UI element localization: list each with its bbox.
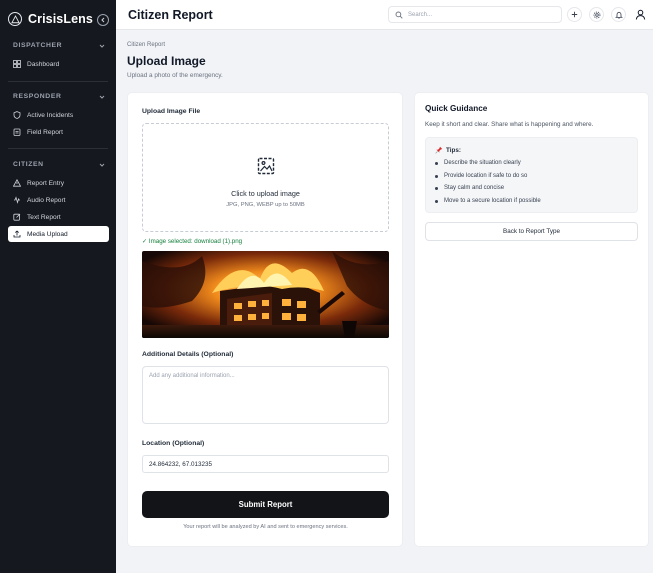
- header-title: Citizen Report: [128, 8, 213, 22]
- chevron-down-icon: [99, 163, 105, 167]
- upload-label: Upload Image File: [142, 108, 201, 115]
- page-title: Upload Image: [127, 54, 206, 68]
- guidance-subtitle: Keep it short and clear. Share what is h…: [425, 121, 594, 128]
- image-upload-icon: [257, 157, 275, 175]
- location-value: 24.864232, 67.013235: [149, 460, 213, 468]
- top-header: Citizen Report Search...: [116, 0, 653, 30]
- pin-icon: [435, 146, 443, 154]
- sidebar-item-label: Media Upload: [27, 230, 68, 238]
- chevron-down-icon: [99, 44, 105, 48]
- app-name: CrisisLens: [28, 12, 93, 26]
- divider: [8, 148, 108, 149]
- sidebar: CrisisLens DISPATCHER Dashboard RESPONDE…: [0, 0, 116, 573]
- list-item: Move to a secure location if possible: [435, 198, 541, 204]
- clipboard-icon: [13, 128, 21, 136]
- alert-triangle-icon: [13, 179, 21, 187]
- section-dispatcher[interactable]: DISPATCHER: [13, 42, 105, 49]
- add-button[interactable]: [567, 7, 582, 22]
- bell-icon: [614, 11, 623, 18]
- user-icon: [635, 9, 646, 20]
- details-placeholder: Add any additional information...: [149, 373, 235, 379]
- section-responder[interactable]: RESPONDER: [13, 93, 105, 100]
- dropzone-hint: JPG, PNG, WEBP up to 50MB: [226, 202, 305, 208]
- sidebar-item-label: Field Report: [27, 128, 63, 136]
- bullet-icon: [435, 199, 438, 203]
- sidebar-item-label: Text Report: [27, 213, 61, 221]
- collapse-sidebar-button[interactable]: [97, 14, 109, 26]
- section-citizen[interactable]: CITIZEN: [13, 161, 105, 168]
- tips-heading: Tips:: [435, 146, 461, 154]
- tip-text: Stay calm and concise: [444, 185, 505, 191]
- plus-icon: [571, 11, 578, 18]
- divider: [8, 81, 108, 82]
- tip-text: Move to a secure location if possible: [444, 198, 541, 204]
- image-preview: [142, 251, 389, 338]
- sidebar-item-active-incidents[interactable]: Active Incidents: [8, 107, 109, 123]
- bullet-icon: [435, 174, 438, 178]
- shield-icon: [13, 111, 21, 119]
- additional-details-textarea[interactable]: Add any additional information...: [142, 366, 389, 424]
- guidance-title: Quick Guidance: [425, 104, 488, 113]
- user-menu-button[interactable]: [633, 7, 648, 22]
- search-placeholder: Search...: [408, 11, 433, 18]
- sidebar-item-label: Audio Report: [27, 196, 66, 204]
- page-subtitle: Upload a photo of the emergency.: [127, 72, 223, 79]
- chevron-down-icon: [99, 95, 105, 99]
- settings-button[interactable]: [589, 7, 604, 22]
- sidebar-item-media-upload[interactable]: Media Upload: [8, 226, 109, 242]
- sidebar-item-label: Dashboard: [27, 60, 60, 68]
- selected-file-status: ✓ Image selected: download (1).png: [142, 238, 243, 245]
- list-item: Describe the situation clearly: [435, 160, 521, 166]
- bullet-icon: [435, 186, 438, 190]
- sidebar-item-label: Report Entry: [27, 179, 65, 187]
- back-to-report-type-button[interactable]: Back to Report Type: [425, 222, 638, 241]
- sidebar-item-text-report[interactable]: Text Report: [8, 209, 109, 225]
- list-item: Stay calm and concise: [435, 185, 504, 191]
- location-label: Location (Optional): [142, 440, 205, 447]
- list-item: Provide location if safe to do so: [435, 173, 527, 179]
- submit-footnote: Your report will be analyzed by AI and s…: [183, 524, 348, 530]
- sidebar-item-dashboard[interactable]: Dashboard: [8, 56, 109, 72]
- details-label: Additional Details (Optional): [142, 351, 234, 358]
- audio-wave-icon: [14, 196, 20, 204]
- sidebar-item-audio-report[interactable]: Audio Report: [8, 192, 109, 208]
- chevron-left-icon: [101, 17, 105, 23]
- submit-report-button[interactable]: Submit Report: [142, 491, 389, 518]
- sidebar-item-report-entry[interactable]: Report Entry: [8, 175, 109, 191]
- notifications-button[interactable]: [611, 7, 626, 22]
- bullet-icon: [435, 161, 438, 165]
- tips-box: Tips: Describe the situation clearly Pro…: [425, 137, 638, 213]
- search-icon: [395, 11, 403, 19]
- burning-building-image: [142, 251, 389, 338]
- dropzone-title: Click to upload image: [231, 189, 300, 198]
- tips-heading-label: Tips:: [446, 146, 461, 154]
- location-input[interactable]: 24.864232, 67.013235: [142, 455, 389, 473]
- section-title: CITIZEN: [13, 161, 44, 168]
- tip-text: Describe the situation clearly: [444, 160, 521, 166]
- dashboard-icon: [13, 60, 21, 68]
- edit-icon: [13, 213, 21, 221]
- image-dropzone[interactable]: Click to upload image JPG, PNG, WEBP up …: [142, 123, 389, 232]
- section-title: RESPONDER: [13, 93, 62, 100]
- sidebar-item-field-report[interactable]: Field Report: [8, 124, 109, 140]
- brand[interactable]: CrisisLens: [8, 12, 93, 26]
- tip-text: Provide location if safe to do so: [444, 173, 528, 179]
- warning-logo-icon: [8, 12, 22, 26]
- upload-icon: [13, 230, 21, 238]
- sidebar-item-label: Active Incidents: [27, 111, 74, 119]
- section-title: DISPATCHER: [13, 42, 63, 49]
- gear-icon: [593, 11, 600, 18]
- search-input[interactable]: Search...: [388, 6, 562, 23]
- breadcrumb[interactable]: Citizen Report: [127, 42, 165, 48]
